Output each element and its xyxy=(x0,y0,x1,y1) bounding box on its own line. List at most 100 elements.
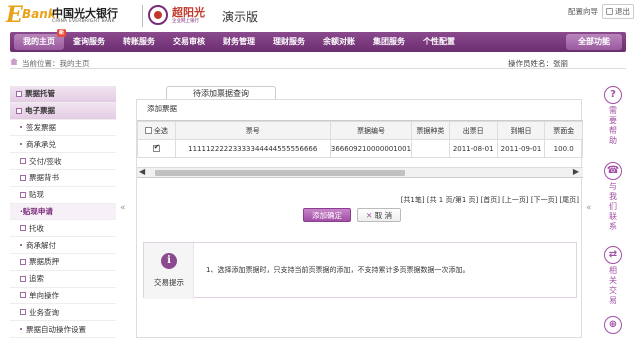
collapse-rail-icon[interactable]: « xyxy=(586,203,592,213)
rail-more[interactable]: ⊕ xyxy=(598,316,628,334)
all-functions-button[interactable]: 全部功能 xyxy=(566,34,622,50)
scrollbar-thumb[interactable] xyxy=(155,170,405,176)
scroll-right-icon[interactable]: ▶ xyxy=(573,167,579,176)
action-buttons: 添加确定 ✕ 取 消 xyxy=(303,208,402,222)
rail-help[interactable]: ? 需要帮助 xyxy=(598,86,628,146)
sidebar-item-electronic-bills[interactable]: 电子票据 xyxy=(10,102,116,120)
header-divider xyxy=(142,5,143,27)
cancel-button[interactable]: ✕ 取 消 xyxy=(357,208,402,222)
sidebar-item-label: 贴现 xyxy=(29,190,44,200)
bill-table: 全选 票号 票据编号 票据种类 出票日 到期日 票面金 111112222233… xyxy=(137,120,583,178)
column-header: 到期日 xyxy=(496,121,546,140)
column-header: 票面金 xyxy=(544,121,583,140)
sidebar-item-discount[interactable]: 贴现 xyxy=(10,187,116,204)
sidebar-item-one-way-operation[interactable]: 单向操作 xyxy=(10,288,116,305)
dot-bullet-icon xyxy=(20,143,22,146)
select-all-header[interactable]: 全选 xyxy=(137,121,176,140)
sidebar: 票据托管 电子票据 签发票据 商承承兑 交付/签收 票据背书 贴现 ·贴现申请 … xyxy=(10,86,116,338)
bill-number-cell: 11111222223333344444555556666 xyxy=(174,139,331,158)
column-header: 票据种类 xyxy=(411,121,450,140)
rail-related-label: 相关交易 xyxy=(609,266,617,305)
cancel-icon: ✕ xyxy=(366,211,373,220)
nav-transfer-services[interactable]: 转账服务 xyxy=(114,34,164,50)
plus-circle-icon: ⊕ xyxy=(604,316,622,334)
square-bullet-icon xyxy=(20,292,26,299)
scroll-left-icon[interactable]: ◀ xyxy=(139,167,145,176)
nav-query-services[interactable]: 查询服务 xyxy=(64,34,114,50)
nav-transaction-review[interactable]: 交易审核 xyxy=(164,34,214,50)
sidebar-item-business-query[interactable]: 业务查询 xyxy=(10,304,116,322)
nav-personal-settings[interactable]: 个性配置 xyxy=(414,34,464,50)
rail-related-transactions[interactable]: ⇄ 相关交易 xyxy=(598,246,628,306)
due-date-cell: 2011-09-01 xyxy=(496,139,546,158)
sidebar-item-auto-operation-settings[interactable]: 票据自动操作设置 xyxy=(10,321,116,338)
new-badge: 新 xyxy=(56,29,66,37)
sidebar-item-label: 交付/签收 xyxy=(29,156,62,166)
nav-finance-management[interactable]: 财务管理 xyxy=(214,34,264,50)
exit-button[interactable]: 退出 xyxy=(602,4,634,19)
square-bullet-icon xyxy=(20,309,26,316)
sun-brand-icon xyxy=(148,5,168,25)
sidebar-item-pledge[interactable]: 票据质押 xyxy=(10,254,116,271)
sidebar-item-deliver-receive[interactable]: 交付/签收 xyxy=(10,153,116,170)
right-rail: ? 需要帮助 ☎ 与我们联系 ⇄ 相关交易 ⊕ xyxy=(598,86,628,338)
row-checkbox[interactable] xyxy=(152,143,160,152)
bank-logo-word: Bank xyxy=(22,7,56,21)
brand-subtitle: 企业网上银行 xyxy=(172,19,199,24)
sidebar-item-label: 电子票据 xyxy=(25,106,55,116)
tab-pending-bill-query[interactable]: 待添加票据查询 xyxy=(166,86,276,100)
nav-group-services[interactable]: 集团服务 xyxy=(364,34,414,50)
horizontal-scrollbar[interactable]: ◀ ▶ xyxy=(137,167,583,177)
column-header: 出票日 xyxy=(448,121,498,140)
rail-contact-label: 与我们联系 xyxy=(609,182,617,231)
sidebar-item-label: 托收 xyxy=(29,223,44,233)
phone-icon: ☎ xyxy=(604,162,622,180)
pagination[interactable]: [共1笔] [共 1 页/第1 页] [首页] [上一页] [下一页] [尾页] xyxy=(401,195,579,205)
tip-label: 交易提示 xyxy=(154,278,184,287)
main-content: 添加票据 全选 票号 票据编号 票据种类 出票日 到期日 票面金 1111122… xyxy=(136,99,583,338)
bank-name-en: CHINA EVERBRIGHT BANK xyxy=(52,19,115,24)
rail-help-label: 需要帮助 xyxy=(609,106,617,145)
sidebar-item-endorsement[interactable]: 票据背书 xyxy=(10,170,116,187)
square-bullet-icon xyxy=(20,275,26,282)
nav-balance-reconciliation[interactable]: 余额对账 xyxy=(314,34,364,50)
operator-name: 操作员姓名：张丽 xyxy=(508,59,568,68)
rail-contact-us[interactable]: ☎ 与我们联系 xyxy=(598,162,628,232)
sidebar-item-collection[interactable]: 托收 xyxy=(10,220,116,238)
sidebar-item-label: 商承承兑 xyxy=(26,139,56,149)
column-header: 票号 xyxy=(174,121,331,140)
config-wizard-link[interactable]: 配置向导 xyxy=(568,6,598,17)
exit-icon xyxy=(606,8,613,15)
exit-label: 退出 xyxy=(615,7,630,16)
tip-text: 1、选择添加票据时，只支持当前页票据的添加，不支持累计多页票据数据一次添加。 xyxy=(206,266,470,274)
add-confirm-button[interactable]: 添加确定 xyxy=(303,208,351,222)
sidebar-item-discount-application[interactable]: ·贴现申请 xyxy=(10,203,116,221)
dot-bullet-icon xyxy=(20,328,22,331)
dot-bullet-icon xyxy=(20,126,22,129)
square-bullet-icon xyxy=(20,225,26,232)
sidebar-item-bill-custody[interactable]: 票据托管 xyxy=(10,86,116,103)
exchange-icon: ⇄ xyxy=(604,246,622,264)
sidebar-item-label: 签发票据 xyxy=(26,122,56,132)
row-select-cell[interactable] xyxy=(137,139,176,158)
transaction-tip: i 交易提示 1、选择添加票据时，只支持当前页票据的添加，不支持累计多页票据数据… xyxy=(143,242,577,299)
sidebar-item-issue-bill[interactable]: 签发票据 xyxy=(10,120,116,137)
sidebar-item-recourse[interactable]: 追索 xyxy=(10,271,116,288)
select-all-checkbox[interactable] xyxy=(144,127,152,134)
breadcrumb: 当前位置：我的主页 xyxy=(22,59,90,68)
top-links: 配置向导 退出 xyxy=(568,4,634,19)
nav-my-home[interactable]: 我的主页 新 xyxy=(14,29,66,50)
sidebar-item-label: 商承解付 xyxy=(26,240,56,250)
nav-wealth-services[interactable]: 理财服务 xyxy=(264,34,314,50)
breadcrumb-row: 当前位置：我的主页 操作员姓名：张丽 xyxy=(10,55,626,69)
square-bullet-icon xyxy=(16,107,22,114)
collapse-sidebar-icon[interactable]: « xyxy=(120,203,126,213)
dot-bullet-icon xyxy=(20,244,22,247)
sidebar-item-commercial-payment[interactable]: 商承解付 xyxy=(10,237,116,254)
help-icon: ? xyxy=(604,86,622,104)
face-amount-cell: 100.0 xyxy=(544,139,583,158)
table-row[interactable]: 11111222223333344444555556666 3666092100… xyxy=(137,139,583,158)
bill-code-cell: 366609210000001001 xyxy=(329,139,413,158)
info-icon: i xyxy=(161,253,177,269)
sidebar-item-commercial-acceptance[interactable]: 商承承兑 xyxy=(10,136,116,154)
